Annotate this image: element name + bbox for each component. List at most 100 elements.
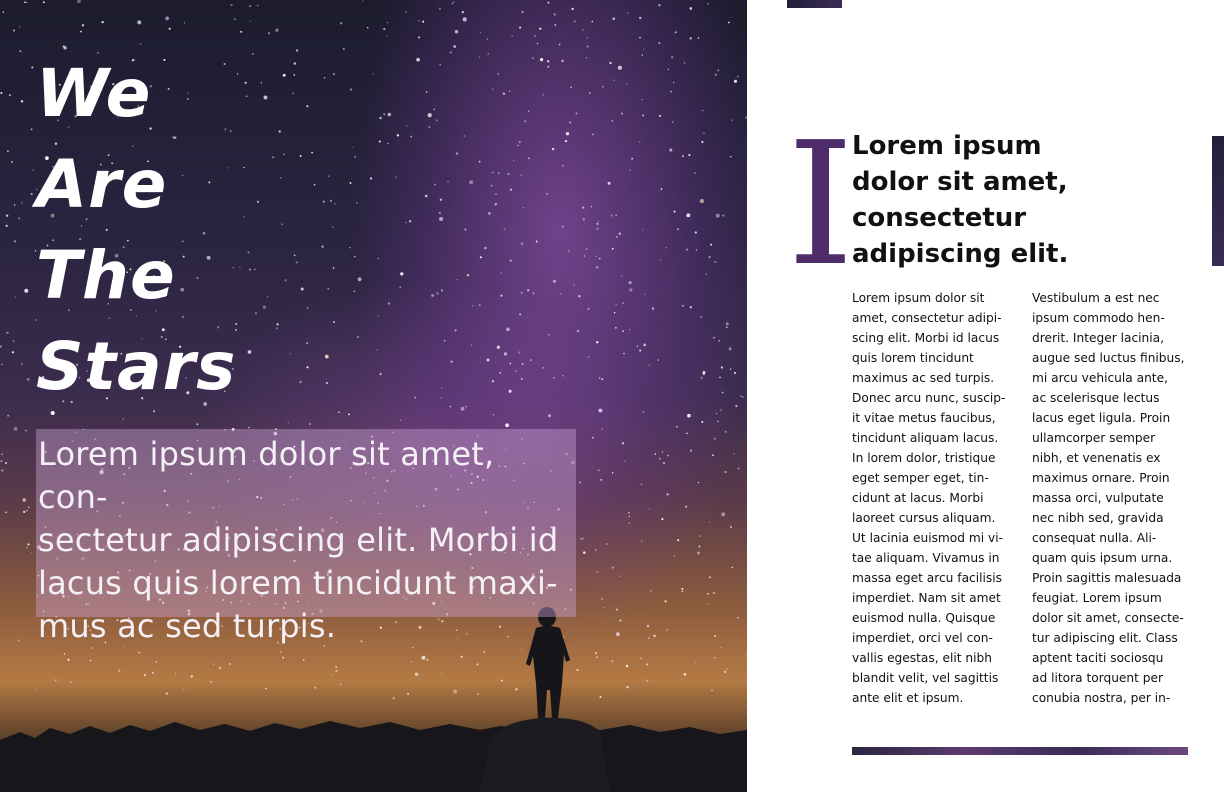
star [659,259,662,261]
star [275,327,278,330]
star [443,339,446,342]
star [518,351,521,354]
star [697,37,700,39]
star [702,372,705,375]
star [461,10,464,14]
hero-photo-page: We Are The Stars Lorem ipsum dolor sit a… [0,0,747,792]
star [5,224,8,227]
star [714,260,717,264]
star [283,153,285,155]
star [573,284,575,286]
star [617,65,622,70]
star [725,668,728,670]
star [651,307,655,310]
star [601,428,603,430]
star [629,169,631,171]
star [295,261,298,264]
star [621,112,624,115]
star [219,666,222,670]
star [165,16,170,21]
star [582,206,585,209]
star [427,113,432,118]
star [625,83,628,85]
star [26,546,29,549]
star [639,349,642,352]
star [349,181,352,185]
star [479,56,481,58]
star [18,26,21,28]
star [720,366,724,369]
star [733,371,737,374]
star [736,75,739,78]
star [483,650,486,653]
star [553,13,556,16]
star [251,52,254,56]
star [244,81,247,84]
star [717,420,719,422]
star [386,21,389,24]
star [425,91,428,93]
star [582,218,585,221]
star [460,655,463,658]
star [518,140,521,144]
star [661,451,664,453]
star [641,54,643,56]
star [441,387,443,389]
star [519,313,522,316]
star [548,414,551,418]
star [183,688,185,690]
star [25,429,27,432]
star [306,306,309,309]
star [535,240,538,243]
star [565,132,570,136]
star [267,32,271,35]
star [456,278,459,281]
star [666,493,669,496]
star [681,590,684,593]
star [436,291,439,295]
star [299,380,302,384]
star [282,656,285,659]
star [236,73,239,75]
star [562,164,565,167]
star [670,90,672,93]
star [275,28,279,32]
star [585,248,588,251]
star [451,2,454,5]
star [505,327,510,332]
star [723,670,727,674]
star [26,1,28,4]
star [14,296,17,299]
star [509,362,512,365]
star [245,95,248,98]
star [627,12,629,14]
star [713,437,716,440]
star [687,413,691,418]
star [6,331,9,334]
star [488,212,491,215]
star [662,461,666,465]
star [733,453,735,455]
star [379,116,382,120]
star [17,639,20,642]
star [323,77,326,79]
star [511,35,513,37]
star [694,231,697,234]
star [454,29,459,34]
star [212,663,215,665]
horizon-silhouette [0,717,747,792]
star [76,0,81,4]
star [622,330,625,333]
star [335,666,338,668]
star [7,414,10,417]
star [372,73,374,75]
star [502,92,506,95]
star [306,342,309,344]
star [597,469,600,472]
star [677,539,680,542]
star [689,7,693,10]
star [439,216,444,222]
star [276,323,279,326]
star [653,634,656,638]
star [313,183,316,186]
